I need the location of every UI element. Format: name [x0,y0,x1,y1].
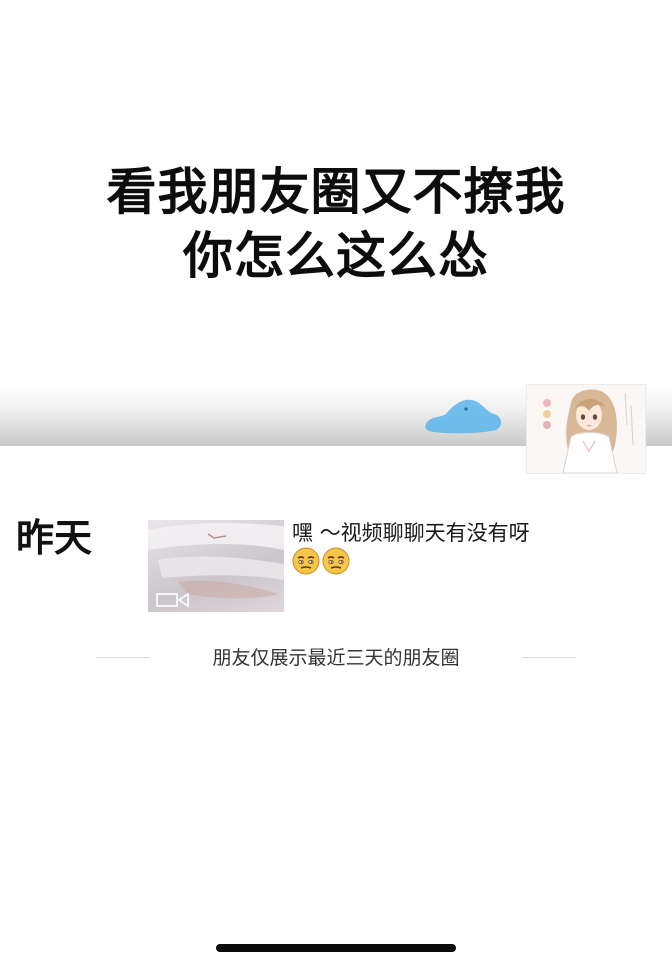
headline-line-1: 看我朋友圈又不撩我 [106,163,566,221]
profile-avatar[interactable] [526,384,646,474]
smirk-face-emoji-icon [292,547,320,575]
headline: 看我朋友圈又不撩我 你怎么这么怂 [0,160,672,288]
post-caption-text: 嘿 ～视频聊聊天有没有呀 [292,521,530,545]
headline-line-2: 你怎么这么怂 [183,227,489,285]
post-day-label: 昨天 [16,516,93,560]
post-caption: 嘿 ～视频聊聊天有没有呀 [292,520,552,575]
moments-visibility-notice: 朋友仅展示最近三天的朋友圈 [212,647,460,669]
notice-divider-right [522,657,576,658]
anime-girl-avatar-icon [527,385,645,473]
smirk-face-emoji-icon [322,547,350,575]
post-video-thumbnail[interactable] [148,520,284,612]
home-indicator[interactable] [216,944,456,952]
blue-cloud-icon [425,399,502,434]
video-camera-icon [156,592,189,608]
